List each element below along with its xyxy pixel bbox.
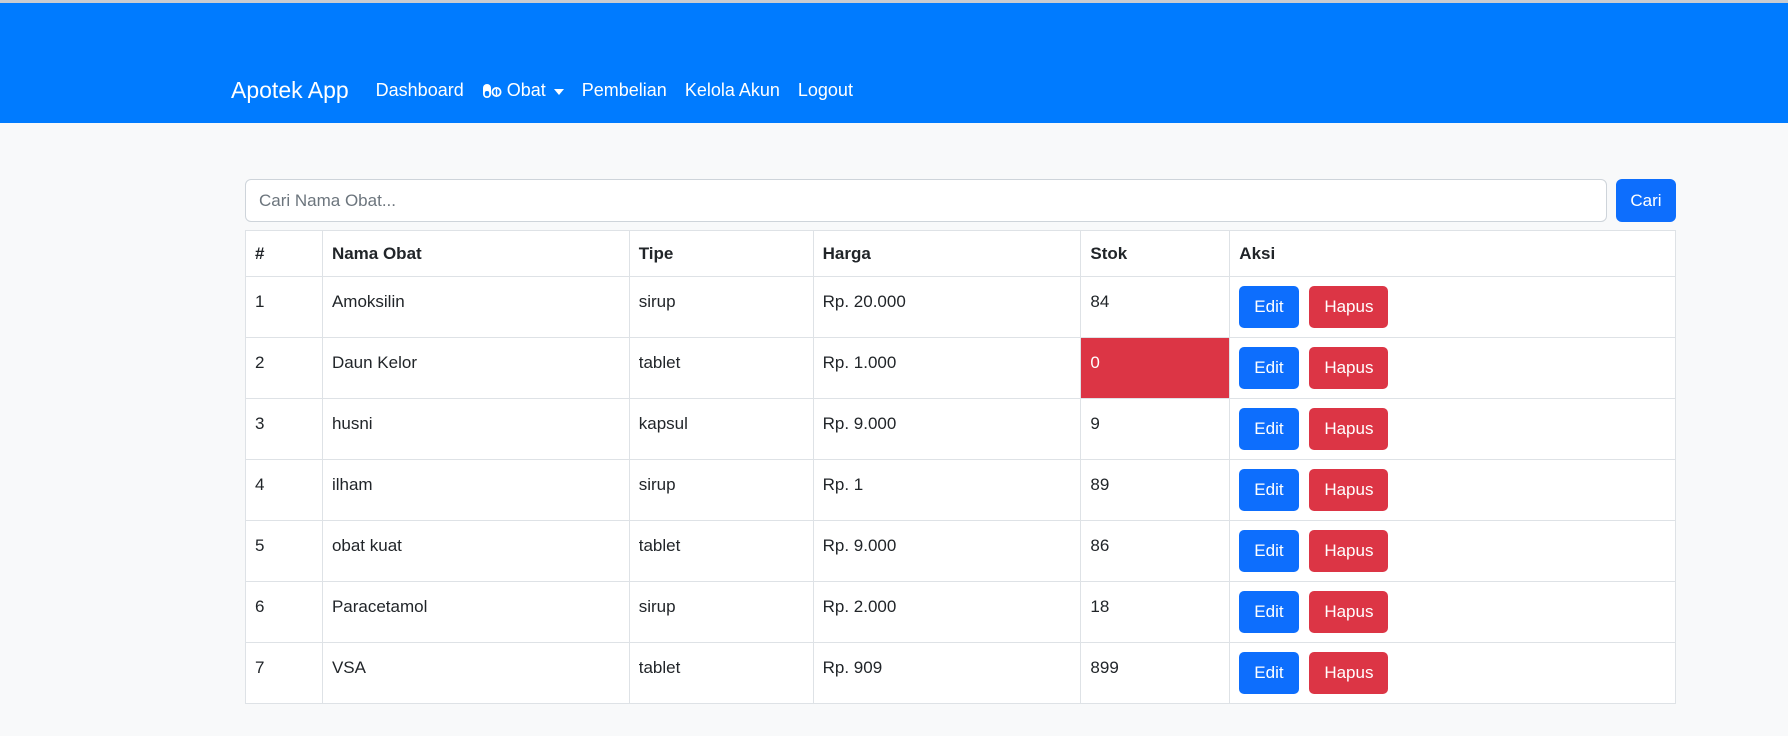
table-row: 7 VSA tablet Rp. 909 899 Edit Hapus (245, 642, 1676, 704)
pills-icon (482, 83, 502, 98)
cell-no: 5 (245, 520, 323, 582)
cell-stok-empty: 0 (1080, 337, 1231, 399)
cell-tipe: tablet (628, 337, 814, 399)
cell-stok: 9 (1080, 398, 1231, 460)
cell-harga: Rp. 9.000 (812, 398, 1082, 460)
header-aksi: Aksi (1229, 230, 1676, 277)
table-row: 4 ilham sirup Rp. 1 89 Edit Hapus (245, 459, 1676, 521)
table-row: 2 Daun Kelor tablet Rp. 1.000 0 Edit Hap… (245, 337, 1676, 399)
hapus-button[interactable]: Hapus (1309, 286, 1389, 328)
cell-no: 2 (245, 337, 323, 399)
cell-harga: Rp. 20.000 (812, 276, 1082, 338)
cell-tipe: sirup (628, 459, 814, 521)
cell-no: 4 (245, 459, 323, 521)
obat-table: # Nama Obat Tipe Harga Stok Aksi 1 Amoks… (245, 230, 1676, 704)
edit-button[interactable]: Edit (1239, 347, 1299, 389)
cell-stok: 89 (1080, 459, 1231, 521)
hapus-button[interactable]: Hapus (1309, 347, 1389, 389)
cell-aksi: Edit Hapus (1229, 459, 1676, 521)
cell-nama: Paracetamol (321, 581, 630, 643)
edit-button[interactable]: Edit (1239, 591, 1299, 633)
nav-dashboard[interactable]: Dashboard (376, 80, 464, 101)
cell-no: 1 (245, 276, 323, 338)
cell-stok: 84 (1080, 276, 1231, 338)
cell-tipe: sirup (628, 276, 814, 338)
cell-aksi: Edit Hapus (1229, 398, 1676, 460)
hapus-button[interactable]: Hapus (1309, 591, 1389, 633)
search-button[interactable]: Cari (1616, 179, 1676, 222)
header-tipe: Tipe (628, 230, 814, 277)
cell-stok: 899 (1080, 642, 1231, 704)
cell-nama: Amoksilin (321, 276, 630, 338)
edit-button[interactable]: Edit (1239, 469, 1299, 511)
cell-nama: obat kuat (321, 520, 630, 582)
nav-kelola-akun[interactable]: Kelola Akun (685, 80, 780, 101)
brand-link[interactable]: Apotek App (231, 77, 349, 104)
cell-tipe: tablet (628, 520, 814, 582)
hapus-button[interactable]: Hapus (1309, 469, 1389, 511)
cell-tipe: tablet (628, 642, 814, 704)
cell-nama: ilham (321, 459, 630, 521)
cell-harga: Rp. 2.000 (812, 581, 1082, 643)
nav-obat-label: Obat (506, 80, 546, 100)
cell-stok: 18 (1080, 581, 1231, 643)
cell-no: 6 (245, 581, 323, 643)
caret-down-icon (553, 88, 564, 95)
cell-nama: VSA (321, 642, 630, 704)
header-harga: Harga (812, 230, 1082, 277)
navbar-content: Apotek App Dashboard Obat Pembelian Kelo… (231, 77, 871, 104)
table-row: 6 Paracetamol sirup Rp. 2.000 18 Edit Ha… (245, 581, 1676, 643)
header-nama-obat: Nama Obat (321, 230, 630, 277)
cell-nama: husni (321, 398, 630, 460)
nav-pembelian[interactable]: Pembelian (582, 80, 667, 101)
edit-button[interactable]: Edit (1239, 652, 1299, 694)
cell-aksi: Edit Hapus (1229, 276, 1676, 338)
nav-logout[interactable]: Logout (798, 80, 853, 101)
cell-tipe: kapsul (628, 398, 814, 460)
cell-nama: Daun Kelor (321, 337, 630, 399)
table-row: 3 husni kapsul Rp. 9.000 9 Edit Hapus (245, 398, 1676, 460)
cell-aksi: Edit Hapus (1229, 581, 1676, 643)
cell-no: 7 (245, 642, 323, 704)
table-header-row: # Nama Obat Tipe Harga Stok Aksi (245, 230, 1676, 277)
cell-aksi: Edit Hapus (1229, 337, 1676, 399)
search-form: Cari (245, 179, 1676, 222)
navbar: Apotek App Dashboard Obat Pembelian Kelo… (0, 3, 1788, 123)
nav-obat-dropdown[interactable]: Obat (482, 80, 564, 101)
cell-aksi: Edit Hapus (1229, 642, 1676, 704)
edit-button[interactable]: Edit (1239, 408, 1299, 450)
cell-harga: Rp. 1 (812, 459, 1082, 521)
cell-harga: Rp. 1.000 (812, 337, 1082, 399)
cell-no: 3 (245, 398, 323, 460)
hapus-button[interactable]: Hapus (1309, 530, 1389, 572)
cell-aksi: Edit Hapus (1229, 520, 1676, 582)
cell-harga: Rp. 909 (812, 642, 1082, 704)
cell-tipe: sirup (628, 581, 814, 643)
table-row: 1 Amoksilin sirup Rp. 20.000 84 Edit Hap… (245, 276, 1676, 338)
cell-stok: 86 (1080, 520, 1231, 582)
search-input[interactable] (245, 179, 1607, 222)
header-stok: Stok (1080, 230, 1231, 277)
edit-button[interactable]: Edit (1239, 530, 1299, 572)
header-no: # (245, 230, 323, 277)
table-row: 5 obat kuat tablet Rp. 9.000 86 Edit Hap… (245, 520, 1676, 582)
cell-harga: Rp. 9.000 (812, 520, 1082, 582)
edit-button[interactable]: Edit (1239, 286, 1299, 328)
hapus-button[interactable]: Hapus (1309, 408, 1389, 450)
hapus-button[interactable]: Hapus (1309, 652, 1389, 694)
